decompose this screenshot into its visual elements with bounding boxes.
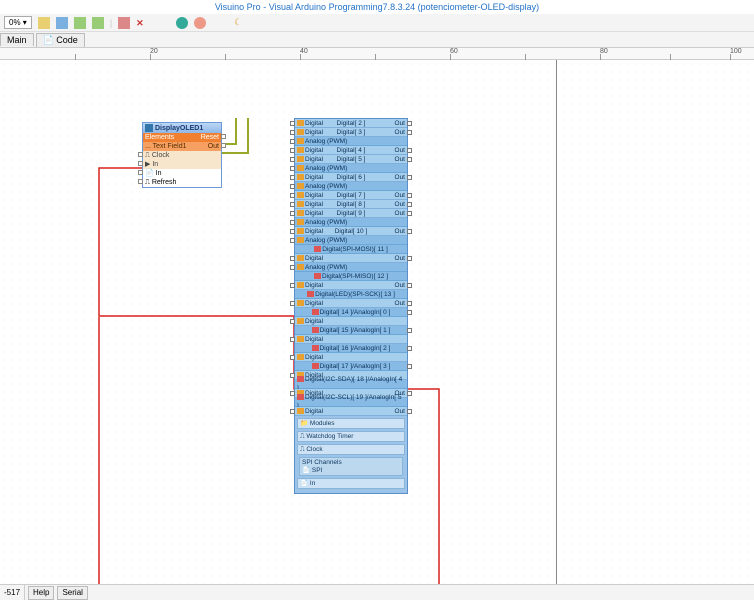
pin-in[interactable] [290,373,295,378]
open-icon[interactable] [38,17,50,29]
pin-pwm[interactable] [290,166,295,171]
refresh-row[interactable]: ⎍ Refresh [143,178,221,187]
tab-code[interactable]: 📄 Code [36,33,85,47]
watchdog-box[interactable]: ⎍ Watchdog Timer [297,431,405,442]
pin-out[interactable] [407,301,412,306]
pin-in[interactable] [290,319,295,324]
textfield-row[interactable]: ... Text Field1Out [143,142,221,151]
pin-in[interactable] [290,202,295,207]
in-row[interactable]: 📄 In [143,169,221,178]
node-title: DisplayOLED1 [155,125,203,132]
i2c-in-box[interactable]: 📄 In [297,478,405,489]
pin-out[interactable] [221,143,226,148]
clock-row[interactable]: ⎍ Clock [143,151,221,160]
node-arduino[interactable]: Digital Digital[ 2 ] Out Digital Digital… [294,118,408,494]
pin-in[interactable] [290,256,295,261]
pin-pwm[interactable] [290,238,295,243]
pin-in[interactable] [290,211,295,216]
save-icon[interactable] [56,17,68,29]
pin-in[interactable] [290,229,295,234]
pin-out[interactable] [407,121,412,126]
pin-out[interactable] [407,328,412,333]
pin-in[interactable] [290,157,295,162]
gear-icon[interactable] [194,17,206,29]
pin-in[interactable] [290,391,295,396]
pin-in[interactable] [290,148,295,153]
pin-in[interactable] [290,409,295,414]
upload-icon[interactable] [176,17,188,29]
main-toolbar: 0% ▾ | ✕ ☾ [0,14,754,32]
pin-row[interactable]: Digital Out [295,407,407,416]
pin-refresh[interactable] [138,179,143,184]
pin-out[interactable] [407,202,412,207]
pin-pwm[interactable] [290,265,295,270]
pin-pwm[interactable] [290,139,295,144]
pin-out[interactable] [407,409,412,414]
pin-in[interactable] [290,283,295,288]
undo-icon[interactable] [74,17,86,29]
modules-box[interactable]: 📁 Modules [297,418,405,429]
pin-in[interactable] [290,130,295,135]
arduino-footer: 📁 Modules ⎍ Watchdog Timer ⎍ Clock SPI C… [295,416,407,493]
pin-out[interactable] [407,364,412,369]
in-arrow-row[interactable]: ▶ In [143,160,221,169]
pin-in[interactable] [290,193,295,198]
pin-in[interactable] [290,337,295,342]
pin-out[interactable] [407,346,412,351]
pin-reset[interactable] [221,134,226,139]
redo-icon[interactable] [92,17,104,29]
clock-box[interactable]: ⎍ Clock [297,444,405,455]
pin-out[interactable] [407,157,412,162]
elements-row[interactable]: ElementsReset [143,133,221,142]
pin-clock[interactable] [138,152,143,157]
status-coord: -517 [0,585,25,600]
pin-pwm[interactable] [290,184,295,189]
doc-tabs: Main 📄 Code [0,32,754,48]
component-icon [145,124,153,132]
pin-out[interactable] [407,256,412,261]
pin-out[interactable] [407,130,412,135]
status-bar: -517 Help Serial [0,584,754,600]
node-header[interactable]: DisplayOLED1 [143,123,221,133]
spi-channels-box[interactable]: SPI Channels 📄 SPI [299,457,403,476]
page-edge [556,60,557,584]
moon-icon[interactable]: ☾ [234,17,246,29]
status-tab-serial[interactable]: Serial [57,586,87,600]
design-canvas[interactable]: 20 40 60 80 100 DisplayOLED1 ElementsR [0,48,754,584]
pin-in[interactable] [290,355,295,360]
zoom-combo[interactable]: 0% ▾ [4,16,32,29]
pin-out[interactable] [407,211,412,216]
pin-in-arrow[interactable] [138,161,143,166]
cut-icon[interactable] [118,17,130,29]
pin-in[interactable] [290,121,295,126]
pin-in[interactable] [138,170,143,175]
node-display-oled[interactable]: DisplayOLED1 ElementsReset ... Text Fiel… [142,122,222,188]
pin-out[interactable] [407,148,412,153]
horizontal-ruler: 20 40 60 80 100 [0,48,754,60]
pin-in[interactable] [290,175,295,180]
pin-out[interactable] [407,310,412,315]
pin-in[interactable] [290,301,295,306]
pin-pwm[interactable] [290,220,295,225]
window-title: Visuino Pro - Visual Arduino Programming… [0,0,754,14]
pin-out[interactable] [407,193,412,198]
pin-out[interactable] [407,391,412,396]
pin-out[interactable] [407,229,412,234]
tab-main[interactable]: Main [0,33,34,46]
status-tab-help[interactable]: Help [28,586,54,600]
pin-out[interactable] [407,175,412,180]
pin-out[interactable] [407,283,412,288]
delete-icon[interactable]: ✕ [136,17,148,29]
